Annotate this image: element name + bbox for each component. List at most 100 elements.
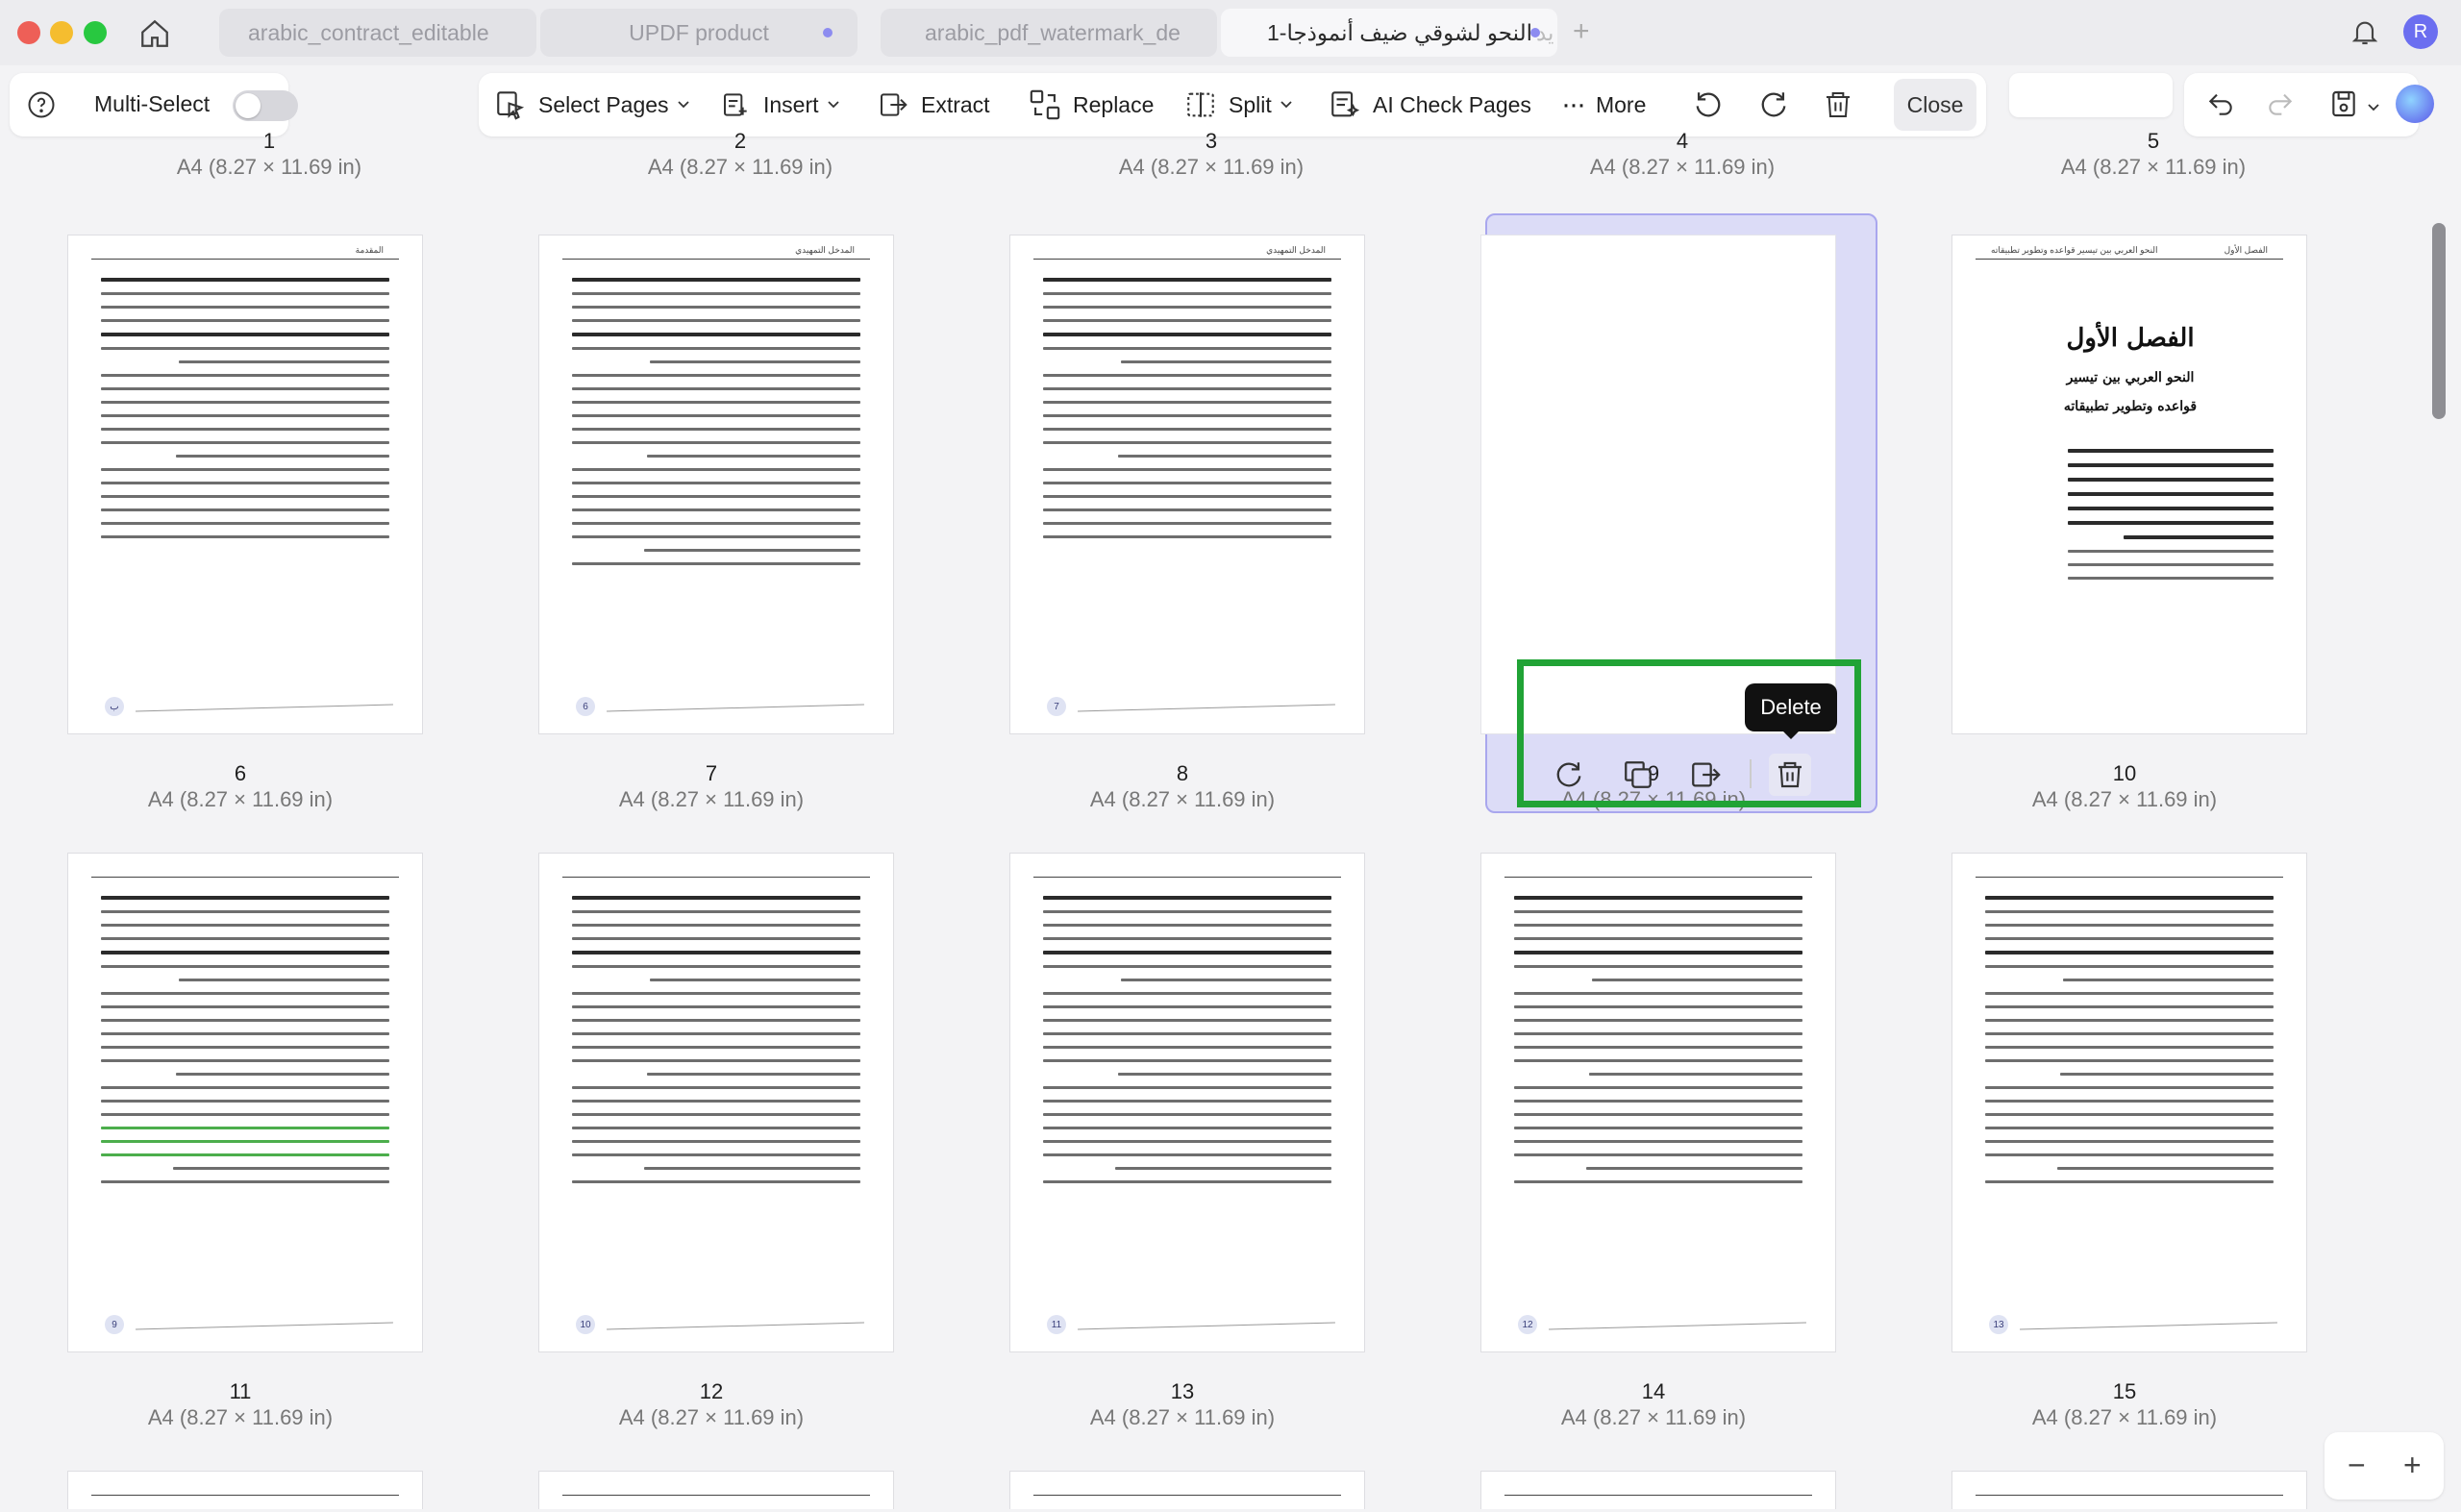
text-line [572,992,860,995]
page-thumbnail[interactable] [538,1471,894,1509]
save-icon[interactable] [2328,88,2359,124]
chevron-down-icon [827,101,839,109]
zoom-control: − + [2324,1432,2444,1500]
more-button[interactable]: ··· More [1561,73,1646,136]
ai-check-pages-button[interactable]: AI Check Pages [1329,73,1531,136]
ai-assistant-icon[interactable] [2396,85,2434,123]
tab-updf-product[interactable]: UPDF product [540,9,858,57]
page-thumbnail-cell[interactable] [1452,1471,1855,1509]
page-number: 15 [2112,1379,2137,1403]
notification-bell-icon[interactable] [2349,15,2380,53]
text-line [572,1019,860,1022]
page-thumbnail[interactable]: النحو العربي بين تيسير قواعده وتطوير تطب… [1951,235,2307,734]
page-thumbnail[interactable] [1009,1471,1365,1509]
page-thumbnail[interactable]: المقدمة ب [67,235,423,734]
page-number: 11 [229,1379,252,1403]
page-thumbnail-cell[interactable] [510,1471,913,1509]
text-line [2060,1073,2274,1076]
tab-arabic-contract[interactable]: arabic_contract_editable [219,9,536,57]
page-number: 2 [733,129,747,153]
page-thumbnail-cell[interactable]: 9 11 A4 (8.27 × 11.69 in) [38,853,442,1429]
zoom-window-button[interactable] [84,21,107,44]
trash-icon[interactable] [1769,754,1811,796]
rotate-right-button[interactable] [1757,73,1790,136]
close-label: Close [1906,91,1964,117]
minimize-window-button[interactable] [50,21,73,44]
text-line [1514,1127,1802,1129]
page-label: 11 A4 (8.27 × 11.69 in) [38,1379,442,1431]
extract-page-icon[interactable] [1684,754,1727,796]
text-line [572,333,860,336]
replace-button[interactable]: Replace [1029,73,1154,136]
page-number-badge: 11 [1047,1315,1066,1334]
extract-button[interactable]: Extract [877,73,990,136]
tab-active-document[interactable]: النحو لشوقي ضيف أنموذجا-1 يد [1221,9,1557,57]
close-button[interactable]: Close [1894,79,1976,131]
redo-icon[interactable] [2265,88,2296,124]
text-line [572,562,860,565]
page-number: 1 [262,129,276,153]
help-icon[interactable] [27,90,56,124]
rotate-left-button[interactable] [1692,73,1725,136]
page-label: 15 A4 (8.27 × 11.69 in) [1923,1379,2326,1431]
insert-button[interactable]: Insert [721,73,840,136]
text-line [1985,910,2274,913]
scrollbar-thumb[interactable] [2432,223,2446,419]
page-size: A4 (8.27 × 11.69 in) [147,787,334,811]
page-thumbnail-cell[interactable]: 11 13 A4 (8.27 × 11.69 in) [981,853,1384,1429]
text-line [572,937,860,940]
page-thumbnail-cell[interactable]: 10 12 A4 (8.27 × 11.69 in) [510,853,913,1429]
page-size: A4 (8.27 × 11.69 in) [1089,1405,1276,1429]
text-line [101,333,389,336]
zoom-out-button[interactable]: − [2348,1446,2366,1484]
close-window-button[interactable] [17,21,40,44]
text-line [1985,1019,2274,1022]
multi-select-toggle[interactable] [233,90,298,121]
select-pages-button[interactable]: Select Pages [494,73,690,136]
text-line [1043,965,1331,968]
text-line [1985,937,2274,940]
page-thumbnail[interactable]: 9 [67,853,423,1352]
header-rule [1976,877,2283,878]
text-line [101,1140,389,1143]
text-line [1043,951,1331,954]
page-size: A4 (8.27 × 11.69 in) [1560,1405,1747,1429]
text-line [176,455,389,458]
zoom-in-button[interactable]: + [2403,1446,2422,1484]
page-thumbnail[interactable] [1480,1471,1836,1509]
duplicate-icon[interactable] [1617,754,1659,796]
chevron-down-icon[interactable] [2367,100,2380,117]
page-thumbnail[interactable]: المدخل التمهيدي 6 [538,235,894,734]
page-label: 14 A4 (8.27 × 11.69 in) [1452,1379,1855,1431]
replace-label: Replace [1073,91,1155,117]
split-button[interactable]: Split [1184,73,1293,136]
new-tab-plus-icon[interactable]: + [1573,15,1590,48]
page-thumbnail-cell[interactable] [1923,1471,2326,1509]
page-thumbnail[interactable]: 12 [1480,853,1836,1352]
rotate-icon[interactable] [1548,754,1590,796]
page-thumbnail[interactable]: المدخل التمهيدي 7 [1009,235,1365,734]
text-line [1043,1153,1331,1156]
page-number-badge: 7 [1047,697,1066,716]
page-thumbnail[interactable]: 11 [1009,853,1365,1352]
undo-icon[interactable] [2205,88,2236,124]
title-bar: arabic_contract_editable UPDF product ar… [0,0,2461,65]
page-thumbnail-cell[interactable] [981,1471,1384,1509]
page-thumbnail[interactable] [67,1471,423,1509]
page-thumbnail-cell[interactable] [38,1471,442,1509]
tab-arabic-pdf-watermark[interactable]: arabic_pdf_watermark_de [881,9,1217,57]
page-thumbnail[interactable]: 13 [1951,853,2307,1352]
avatar[interactable]: R [2403,14,2438,49]
header-rule [562,877,870,878]
page-size: A4 (8.27 × 11.69 in) [2031,1405,2218,1429]
text-line [101,278,389,282]
text-line [1514,924,1802,927]
text-line [1985,992,2274,995]
page-thumbnail[interactable]: 10 [538,853,894,1352]
split-label: Split [1229,91,1272,117]
page-thumbnail-cell[interactable]: 12 14 A4 (8.27 × 11.69 in) [1452,853,1855,1429]
page-thumbnail-cell[interactable]: 13 15 A4 (8.27 × 11.69 in) [1923,853,2326,1429]
home-icon[interactable] [138,17,171,55]
delete-pages-button[interactable] [1823,73,1853,136]
page-thumbnail[interactable] [1951,1471,2307,1509]
